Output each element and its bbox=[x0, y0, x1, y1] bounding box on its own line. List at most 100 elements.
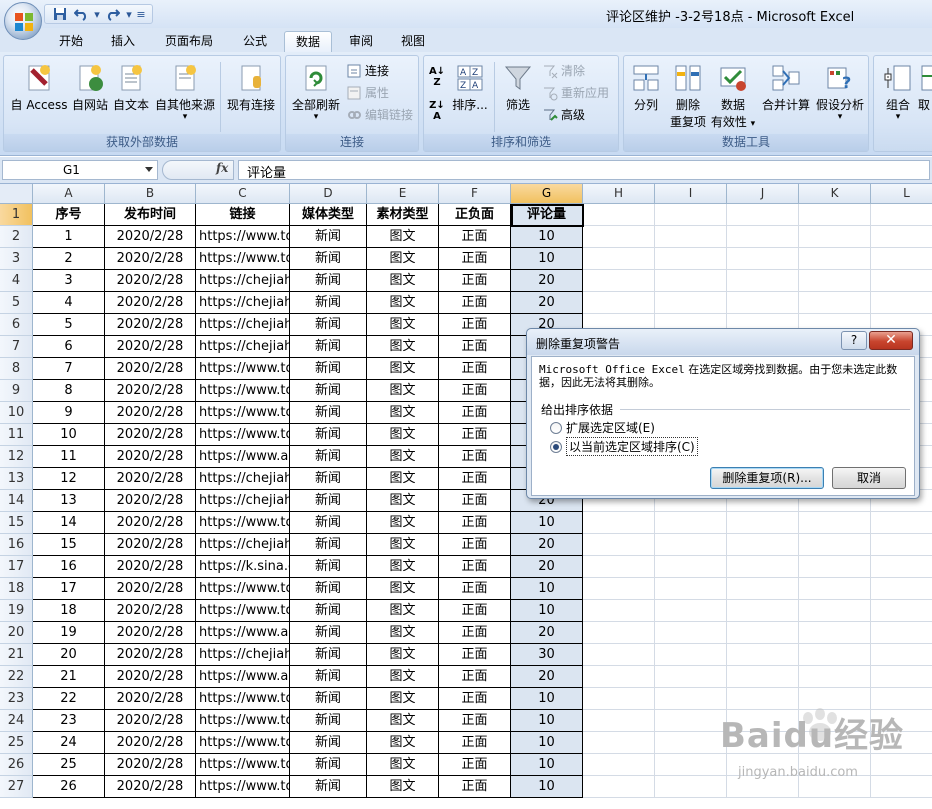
table-cell[interactable]: 10 bbox=[511, 600, 583, 622]
empty-cell[interactable] bbox=[871, 666, 932, 688]
empty-cell[interactable] bbox=[799, 600, 871, 622]
empty-cell[interactable] bbox=[799, 534, 871, 556]
table-cell[interactable]: 20 bbox=[511, 556, 583, 578]
table-cell[interactable]: https://www.to bbox=[196, 226, 290, 248]
empty-cell[interactable] bbox=[655, 666, 727, 688]
empty-cell[interactable] bbox=[871, 226, 932, 248]
empty-cell[interactable] bbox=[583, 578, 655, 600]
column-header-a[interactable]: A bbox=[33, 184, 105, 204]
empty-cell[interactable] bbox=[655, 622, 727, 644]
connections-button[interactable]: 连接 bbox=[346, 62, 389, 79]
row-header[interactable]: 22 bbox=[0, 666, 33, 688]
table-cell[interactable]: https://www.au bbox=[196, 622, 290, 644]
column-header-c[interactable]: C bbox=[196, 184, 290, 204]
table-cell[interactable]: 10 bbox=[511, 732, 583, 754]
table-cell[interactable]: 正面 bbox=[439, 358, 511, 380]
undo-icon[interactable] bbox=[72, 6, 90, 22]
empty-cell[interactable] bbox=[799, 248, 871, 270]
column-header-g[interactable]: G bbox=[511, 184, 583, 204]
row-header[interactable]: 25 bbox=[0, 732, 33, 754]
empty-cell[interactable] bbox=[871, 204, 932, 226]
table-cell[interactable]: 正面 bbox=[439, 292, 511, 314]
table-cell[interactable]: 正面 bbox=[439, 226, 511, 248]
row-header[interactable]: 15 bbox=[0, 512, 33, 534]
table-cell[interactable]: https://www.to bbox=[196, 710, 290, 732]
table-cell[interactable]: 11 bbox=[33, 446, 105, 468]
table-cell[interactable]: 2020/2/28 bbox=[105, 402, 196, 424]
empty-cell[interactable] bbox=[727, 248, 799, 270]
tab-insert[interactable]: 插入 bbox=[100, 31, 146, 52]
table-cell[interactable]: https://www.to bbox=[196, 380, 290, 402]
column-header-b[interactable]: B bbox=[105, 184, 196, 204]
table-cell[interactable]: https://www.to bbox=[196, 512, 290, 534]
table-cell[interactable]: 图文 bbox=[367, 578, 439, 600]
table-cell[interactable]: 7 bbox=[33, 358, 105, 380]
table-cell[interactable]: 新闻 bbox=[290, 666, 367, 688]
table-cell[interactable]: https://chejiah bbox=[196, 270, 290, 292]
table-cell[interactable]: 图文 bbox=[367, 622, 439, 644]
insert-function-icon[interactable]: fx bbox=[216, 161, 228, 175]
table-cell[interactable]: 新闻 bbox=[290, 402, 367, 424]
row-header[interactable]: 19 bbox=[0, 600, 33, 622]
table-cell[interactable]: 图文 bbox=[367, 336, 439, 358]
table-cell[interactable]: 图文 bbox=[367, 644, 439, 666]
table-cell[interactable]: 新闻 bbox=[290, 226, 367, 248]
table-cell[interactable]: 17 bbox=[33, 578, 105, 600]
empty-cell[interactable] bbox=[727, 666, 799, 688]
text-to-columns-button[interactable]: 分列 bbox=[626, 62, 666, 113]
table-cell[interactable]: 图文 bbox=[367, 710, 439, 732]
close-button[interactable]: ✕ bbox=[869, 331, 913, 350]
table-cell[interactable]: 2 bbox=[33, 248, 105, 270]
table-cell[interactable]: 25 bbox=[33, 754, 105, 776]
column-header-k[interactable]: K bbox=[799, 184, 871, 204]
row-header[interactable]: 7 bbox=[0, 336, 33, 358]
table-cell[interactable]: https://www.to bbox=[196, 424, 290, 446]
table-cell[interactable]: 16 bbox=[33, 556, 105, 578]
empty-cell[interactable] bbox=[871, 534, 932, 556]
header-cell[interactable]: 链接 bbox=[196, 204, 290, 226]
empty-cell[interactable] bbox=[655, 578, 727, 600]
empty-cell[interactable] bbox=[583, 556, 655, 578]
data-validation-button[interactable]: 数据 有效性 ▾ bbox=[710, 62, 756, 130]
table-cell[interactable]: 10 bbox=[511, 226, 583, 248]
empty-cell[interactable] bbox=[727, 226, 799, 248]
table-cell[interactable]: 图文 bbox=[367, 424, 439, 446]
table-cell[interactable]: 2020/2/28 bbox=[105, 270, 196, 292]
table-cell[interactable]: 正面 bbox=[439, 776, 511, 798]
table-cell[interactable]: 图文 bbox=[367, 292, 439, 314]
empty-cell[interactable] bbox=[727, 204, 799, 226]
table-cell[interactable]: https://www.to bbox=[196, 358, 290, 380]
clear-button[interactable]: 清除 bbox=[542, 62, 585, 79]
row-header[interactable]: 6 bbox=[0, 314, 33, 336]
table-cell[interactable]: 正面 bbox=[439, 666, 511, 688]
table-cell[interactable]: 图文 bbox=[367, 468, 439, 490]
table-cell[interactable]: 2020/2/28 bbox=[105, 688, 196, 710]
table-cell[interactable]: 正面 bbox=[439, 248, 511, 270]
table-cell[interactable]: 图文 bbox=[367, 380, 439, 402]
empty-cell[interactable] bbox=[799, 556, 871, 578]
tab-review[interactable]: 审阅 bbox=[338, 31, 384, 52]
empty-cell[interactable] bbox=[583, 534, 655, 556]
empty-cell[interactable] bbox=[655, 292, 727, 314]
empty-cell[interactable] bbox=[799, 204, 871, 226]
table-cell[interactable]: 2020/2/28 bbox=[105, 490, 196, 512]
table-cell[interactable]: 新闻 bbox=[290, 732, 367, 754]
table-cell[interactable]: 正面 bbox=[439, 512, 511, 534]
cancel-button[interactable]: 取消 bbox=[832, 467, 906, 489]
empty-cell[interactable] bbox=[871, 644, 932, 666]
table-cell[interactable]: 22 bbox=[33, 688, 105, 710]
row-header[interactable]: 23 bbox=[0, 688, 33, 710]
empty-cell[interactable] bbox=[655, 556, 727, 578]
table-cell[interactable]: 图文 bbox=[367, 226, 439, 248]
table-cell[interactable]: 正面 bbox=[439, 468, 511, 490]
empty-cell[interactable] bbox=[871, 270, 932, 292]
column-header-l[interactable]: L bbox=[871, 184, 932, 204]
row-header[interactable]: 26 bbox=[0, 754, 33, 776]
table-cell[interactable]: 5 bbox=[33, 314, 105, 336]
column-header-d[interactable]: D bbox=[290, 184, 367, 204]
empty-cell[interactable] bbox=[583, 666, 655, 688]
empty-cell[interactable] bbox=[799, 512, 871, 534]
empty-cell[interactable] bbox=[727, 270, 799, 292]
table-cell[interactable]: 新闻 bbox=[290, 600, 367, 622]
tab-view[interactable]: 视图 bbox=[390, 31, 436, 52]
